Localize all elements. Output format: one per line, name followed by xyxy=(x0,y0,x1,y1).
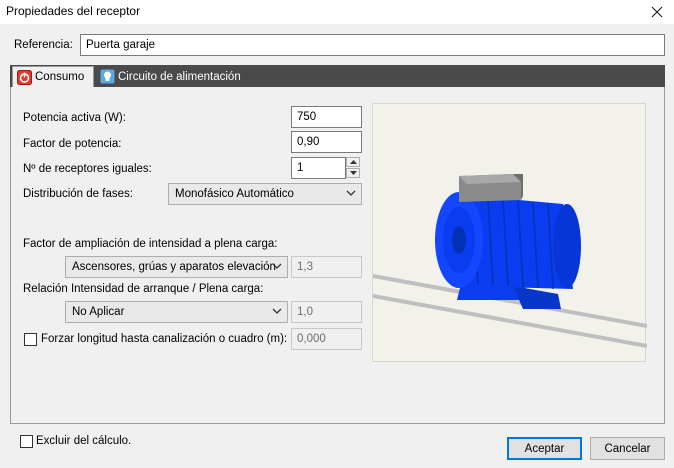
factor-input[interactable]: 0,90 xyxy=(291,131,362,153)
ampliacion-label: Factor de ampliación de intensidad a ple… xyxy=(23,238,278,250)
chevron-down-icon xyxy=(346,188,356,203)
ampliacion-select[interactable]: Ascensores, grúas y aparatos elevación xyxy=(65,256,288,278)
referencia-input[interactable]: Puerta garaje xyxy=(80,34,665,56)
tab-consumo-label: Consumo xyxy=(35,71,85,83)
ampliacion-select-value: Ascensores, grúas y aparatos elevación xyxy=(72,261,276,273)
arranque-label: Relación Intensidad de arranque / Plena … xyxy=(23,283,264,295)
power-icon xyxy=(17,69,32,85)
forzar-label: Forzar longitud hasta canalización o cua… xyxy=(41,333,288,345)
receptores-input[interactable]: 1 xyxy=(291,157,346,179)
fases-select-value: Monofásico Automático xyxy=(175,188,294,200)
forzar-checkbox[interactable] xyxy=(24,333,37,346)
referencia-label: Referencia: xyxy=(14,39,73,51)
bulb-icon xyxy=(100,69,115,84)
arranque-value: 1,0 xyxy=(291,301,362,323)
forzar-value: 0,000 xyxy=(291,328,362,350)
excluir-checkbox[interactable] xyxy=(20,435,33,448)
close-icon[interactable] xyxy=(640,0,674,24)
excluir-label: Excluir del cálculo. xyxy=(36,435,132,447)
potencia-label: Potencia activa (W): xyxy=(23,112,126,124)
arranque-select-value: No Aplicar xyxy=(72,306,125,318)
title-bar: Propiedades del receptor xyxy=(0,0,674,24)
potencia-input[interactable]: 750 xyxy=(291,106,362,128)
chevron-down-icon xyxy=(272,306,282,321)
fases-label: Distribución de fases: xyxy=(23,188,133,200)
receptores-label: Nº de receptores iguales: xyxy=(23,163,152,175)
tab-circuito-label: Circuito de alimentación xyxy=(118,70,241,83)
motor-illustration xyxy=(372,174,648,348)
window-title: Propiedades del receptor xyxy=(6,4,141,18)
tab-consumo[interactable]: Consumo xyxy=(12,66,94,87)
tab-circuito[interactable]: Circuito de alimentación xyxy=(96,66,256,87)
chevron-down-icon xyxy=(272,261,282,276)
factor-label: Factor de potencia: xyxy=(23,138,122,150)
aceptar-button[interactable]: Aceptar xyxy=(507,437,582,460)
arranque-select[interactable]: No Aplicar xyxy=(65,301,288,323)
spin-down-icon[interactable] xyxy=(346,168,360,178)
spin-up-icon[interactable] xyxy=(346,157,360,167)
ampliacion-value: 1,3 xyxy=(291,256,362,278)
fases-select[interactable]: Monofásico Automático xyxy=(168,183,362,205)
tab-bar: Consumo Circuito de alimentación xyxy=(10,65,665,87)
motor-preview xyxy=(372,103,648,362)
cancelar-button[interactable]: Cancelar xyxy=(590,437,665,460)
